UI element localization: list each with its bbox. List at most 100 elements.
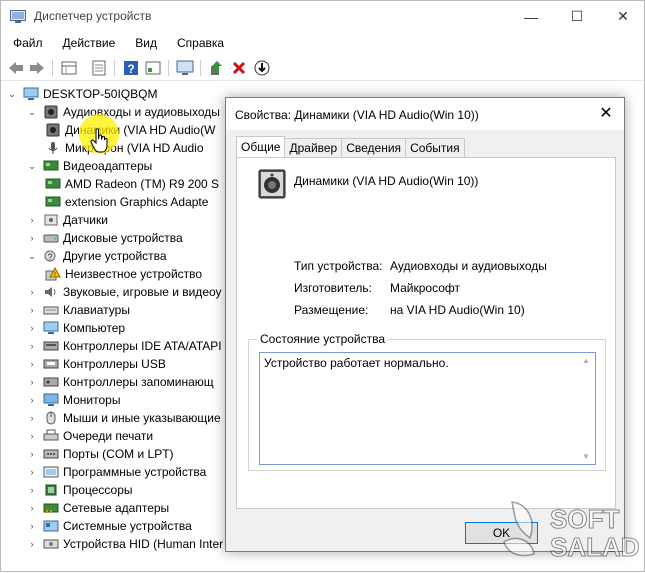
collapse-chevron-icon[interactable]: ⌄ — [27, 107, 37, 118]
expand-chevron-icon[interactable]: › — [27, 287, 37, 297]
menu-help[interactable]: Справка — [177, 33, 224, 53]
tree-item-label: Процессоры — [63, 483, 133, 497]
expand-chevron-icon[interactable]: › — [27, 449, 37, 459]
tree-category-keyboard[interactable]: › Клавиатуры — [27, 301, 130, 319]
hid-icon — [43, 539, 59, 549]
tree-category-software-device[interactable]: › Программные устройства — [27, 463, 207, 481]
tree-child-item[interactable]: AMD Radeon (TM) R9 200 S — [45, 175, 219, 193]
dialog-close-button[interactable]: ✕ — [596, 104, 616, 124]
unknown-device-icon: ? — [44, 250, 56, 262]
expand-chevron-icon[interactable]: › — [27, 359, 37, 369]
tree-category-mouse[interactable]: › Мыши и иные указывающие — [27, 409, 221, 427]
help-button[interactable]: ? — [122, 59, 140, 77]
tree-category-display-adapter[interactable]: ⌄ Видеоадаптеры — [27, 157, 152, 175]
expand-chevron-icon[interactable]: › — [27, 485, 37, 495]
watermark-line2: SALAD — [550, 532, 640, 562]
uninstall-icon — [232, 61, 246, 75]
expand-chevron-icon[interactable]: › — [27, 395, 37, 405]
scan-hardware-button[interactable] — [253, 59, 271, 77]
status-scrollbar[interactable]: ▲ ▼ — [578, 353, 595, 464]
tree-category-sound[interactable]: › Звуковые, игровые и видеоу — [27, 283, 222, 301]
window-title: Диспетчер устройств — [34, 9, 152, 23]
tree-category-unknown-device[interactable]: ⌄? Другие устройства — [27, 247, 166, 265]
tree-item-label: Устройства HID (Human Inter — [63, 537, 224, 551]
tab-general[interactable]: Общие — [236, 136, 286, 157]
maximize-button[interactable]: ☐ — [554, 1, 600, 32]
manufacturer-value: Майкрософт — [390, 281, 461, 295]
back-button[interactable] — [7, 59, 25, 77]
expand-chevron-icon[interactable]: › — [27, 539, 37, 549]
storage-controller-icon — [43, 377, 59, 387]
port-icon — [43, 449, 59, 459]
expand-chevron-icon[interactable]: › — [27, 305, 37, 315]
show-hidden-icon — [92, 60, 106, 76]
tree-category-hid[interactable]: › Устройства HID (Human Inter — [27, 535, 224, 553]
expand-chevron-icon[interactable]: › — [27, 521, 37, 531]
expand-chevron-icon[interactable]: › — [27, 341, 37, 351]
sound-icon — [45, 287, 56, 297]
monitor-button[interactable] — [176, 59, 194, 77]
expand-chevron-icon[interactable]: › — [27, 431, 37, 441]
tab-driver[interactable]: Драйвер — [284, 138, 343, 157]
forward-button[interactable] — [28, 59, 46, 77]
tree-category-port[interactable]: › Порты (COM и LPT) — [27, 445, 174, 463]
menu-view[interactable]: Вид — [135, 33, 157, 53]
expand-chevron-icon[interactable]: › — [27, 413, 37, 423]
collapse-chevron-icon[interactable]: ⌄ — [27, 161, 37, 172]
tree-category-system-device[interactable]: › Системные устройства — [27, 517, 192, 535]
tree-item-label: Дисковые устройства — [63, 231, 183, 245]
close-button[interactable]: ✕ — [600, 1, 645, 32]
tree-item-label: extension Graphics Adapte — [65, 195, 209, 209]
device-type-value: Аудиовходы и аудиовыходы — [390, 259, 547, 273]
tree-category-disk[interactable]: › Дисковые устройства — [27, 229, 183, 247]
update-driver-button[interactable] — [207, 59, 225, 77]
scroll-up-icon[interactable]: ▲ — [582, 356, 590, 365]
tree-category-ide-controller[interactable]: › Контроллеры IDE ATA/ATAPI — [27, 337, 222, 355]
expand-chevron-icon[interactable]: › — [27, 233, 37, 243]
tree-category-processor[interactable]: › Процессоры — [27, 481, 133, 499]
toolbar-separator — [168, 60, 169, 76]
expand-chevron-icon[interactable]: › — [27, 467, 37, 477]
tree-category-monitor[interactable]: › Мониторы — [27, 391, 121, 409]
tree-child-item[interactable]: ! Неизвестное устройство — [45, 265, 202, 283]
hand-cursor-icon — [90, 128, 108, 153]
tree-child-item[interactable]: extension Graphics Adapte — [45, 193, 208, 211]
tree-category-speaker[interactable]: ⌄ Аудиовходы и аудиовыходы — [27, 103, 220, 121]
details-button[interactable] — [144, 59, 162, 77]
details-icon — [145, 61, 161, 75]
speaker-icon — [44, 105, 58, 119]
show-hidden-button[interactable] — [90, 59, 108, 77]
device-type-label: Тип устройства: — [294, 259, 383, 273]
tree-category-printer[interactable]: › Очереди печати — [27, 427, 154, 445]
tree-item-label: Очереди печати — [63, 429, 154, 443]
uninstall-button[interactable] — [230, 59, 248, 77]
menu-action[interactable]: Действие — [63, 33, 116, 53]
tree-category-sensor[interactable]: › Датчики — [27, 211, 108, 229]
tree-child-item[interactable]: Динамики (VIA HD Audio(W — [45, 121, 215, 139]
properties-dialog: Свойства: Динамики (VIA HD Audio(Win 10)… — [225, 97, 625, 552]
tree-root[interactable]: ⌄ DESKTOP-50IQBQM — [7, 85, 157, 103]
expand-chevron-icon[interactable]: › — [27, 503, 37, 513]
location-label: Размещение: — [294, 303, 369, 317]
tree-category-computer[interactable]: › Компьютер — [27, 319, 126, 337]
collapse-chevron-icon[interactable]: ⌄ — [27, 251, 37, 262]
properties-grid-button[interactable] — [60, 59, 78, 77]
tab-events[interactable]: События — [405, 138, 465, 157]
tree-category-network-adapter[interactable]: › Сетевые адаптеры — [27, 499, 170, 517]
minimize-button[interactable]: — — [508, 1, 554, 32]
tab-details[interactable]: Сведения — [341, 138, 407, 157]
menu-file[interactable]: Файл — [13, 33, 43, 53]
collapse-chevron-icon[interactable]: ⌄ — [7, 89, 17, 100]
expand-chevron-icon[interactable]: › — [27, 215, 37, 225]
tree-category-usb[interactable]: › Контроллеры USB — [27, 355, 166, 373]
tree-child-item[interactable]: Микрофон (VIA HD Audio — [45, 139, 204, 157]
expand-chevron-icon[interactable]: › — [27, 323, 37, 333]
speaker-icon — [46, 123, 60, 137]
tree-category-storage-controller[interactable]: › Контроллеры запоминающ — [27, 373, 214, 391]
device-status-textbox[interactable]: Устройство работает нормально. ▲ ▼ — [259, 352, 596, 465]
scroll-down-icon[interactable]: ▼ — [582, 452, 590, 461]
disk-icon — [43, 234, 59, 243]
expand-chevron-icon[interactable]: › — [27, 377, 37, 387]
back-icon — [9, 62, 23, 74]
tree-item-label: Видеоадаптеры — [63, 159, 153, 173]
